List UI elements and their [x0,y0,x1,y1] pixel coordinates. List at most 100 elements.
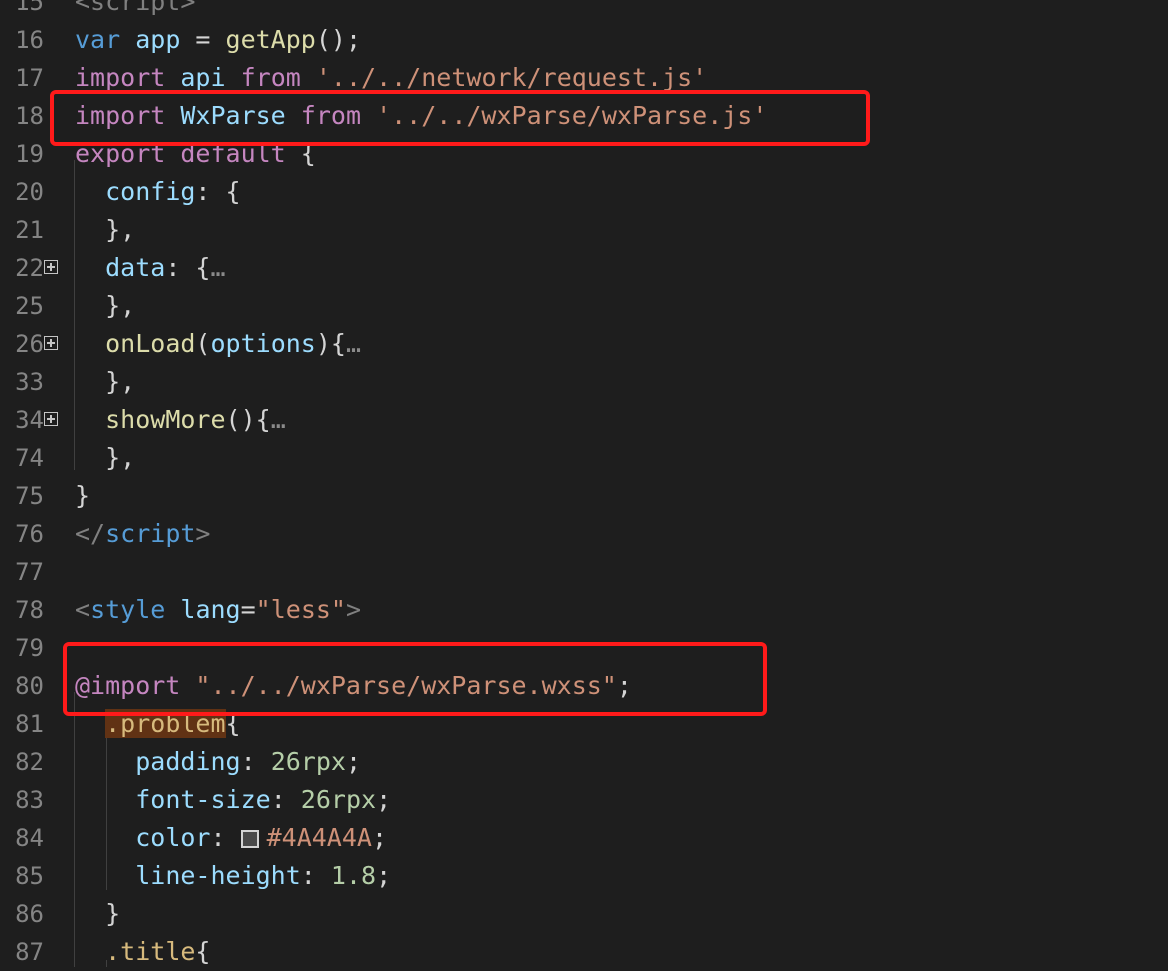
line-number: 83 [15,786,44,814]
code-token: ; [345,747,362,776]
code-line[interactable]: 78 <style lang="less"> [0,591,1168,629]
line-number: 20 [15,178,44,206]
code-token: .title [105,937,196,966]
code-text: .title{ [75,933,210,971]
code-text: padding: 26rpx; [75,743,361,781]
code-line[interactable]: 75} [0,477,1168,515]
line-number: 34 [15,406,44,434]
line-number: 86 [15,900,44,928]
code-token: : [240,747,271,776]
code-token: import [75,63,166,92]
code-token: rpx [330,785,377,814]
code-text: }, [75,287,135,325]
code-token: padding [135,747,241,776]
code-token: … [270,405,286,434]
code-token: = [240,595,256,624]
code-token: options [210,329,316,358]
code-line[interactable]: 86 } [0,895,1168,933]
code-token: onLoad [105,329,196,358]
code-editor[interactable]: 15 <script> 16 var app = getApp(); 17 import … [0,0,1168,967]
code-token: ( [195,329,211,358]
code-line[interactable]: 16 var app = getApp(); [0,21,1168,59]
code-token: 1.8 [330,861,377,890]
code-line[interactable]: 34 showMore(){… [0,401,1168,439]
line-number: 80 [15,672,44,700]
code-token: line-height [135,861,301,890]
code-text: <style lang="less"> [75,591,361,629]
code-text: font-size: 26rpx; [75,781,391,819]
line-number: 85 [15,862,44,890]
code-line[interactable]: 15 <script> [0,0,1168,21]
highlight-box-import-wxparse-wxss [63,642,767,716]
code-token: getApp [225,25,316,54]
code-token: "less" [255,595,346,624]
code-text: }, [75,363,135,401]
line-number: 25 [15,292,44,320]
code-token: color [135,823,211,852]
code-line[interactable]: 85 line-height: 1.8; [0,857,1168,895]
code-token: ; [376,785,392,814]
code-token: 26 [270,747,301,776]
code-token: ){ [315,329,346,358]
code-line[interactable]: 25 }, [0,287,1168,325]
line-number: 15 [15,0,44,16]
code-text: }, [75,439,135,477]
code-token: > [195,519,211,548]
highlight-box-import-wxparse-js [50,90,870,146]
code-token: from [240,63,301,92]
code-line[interactable]: 26 onLoad(options){… [0,325,1168,363]
line-number: 17 [15,64,44,92]
code-token: data [105,253,166,282]
line-number: 19 [15,140,44,168]
code-line[interactable]: 20 config: { [0,173,1168,211]
code-line[interactable]: 82 padding: 26rpx; [0,743,1168,781]
line-number: 16 [15,26,44,54]
code-token: (){ [225,405,271,434]
code-token: #4A4A4A [266,823,372,852]
code-token: … [345,329,362,358]
code-text: <script> [75,0,195,21]
line-number: 26 [15,330,44,358]
fold-expand-icon[interactable] [44,412,58,426]
code-token: }, [75,367,136,396]
code-token: { [195,937,211,966]
code-token: : [210,823,241,852]
code-line[interactable]: 87 .title{ [0,933,1168,971]
code-line[interactable]: 83 font-size: 26rpx; [0,781,1168,819]
code-token: … [210,253,226,282]
fold-expand-icon[interactable] [44,336,58,350]
code-line[interactable]: 76 </script> [0,515,1168,553]
code-token: style [90,595,166,624]
code-token: ; [371,823,388,852]
code-line[interactable]: 22 data: {… [0,249,1168,287]
code-line[interactable]: 74 }, [0,439,1168,477]
line-number: 78 [15,596,44,624]
fold-expand-icon[interactable] [44,260,58,274]
code-text: } [75,895,120,933]
code-token: font-size [135,785,271,814]
code-line[interactable]: 21 }, [0,211,1168,249]
code-token: var [75,25,121,54]
code-token: app [135,25,181,54]
line-number: 79 [15,634,44,662]
code-text: color: #4A4A4A; [75,819,387,857]
code-line[interactable]: 77 [0,553,1168,591]
code-line[interactable]: 84 color: #4A4A4A; [0,819,1168,857]
code-token: rpx [300,747,346,776]
line-number: 77 [15,558,44,586]
code-token: }, [75,443,136,472]
code-line[interactable]: 33 }, [0,363,1168,401]
code-token: }, [75,291,136,320]
line-number: 21 [15,216,44,244]
color-swatch-icon[interactable] [240,830,259,848]
line-number: 76 [15,520,44,548]
code-token: api [180,63,226,92]
